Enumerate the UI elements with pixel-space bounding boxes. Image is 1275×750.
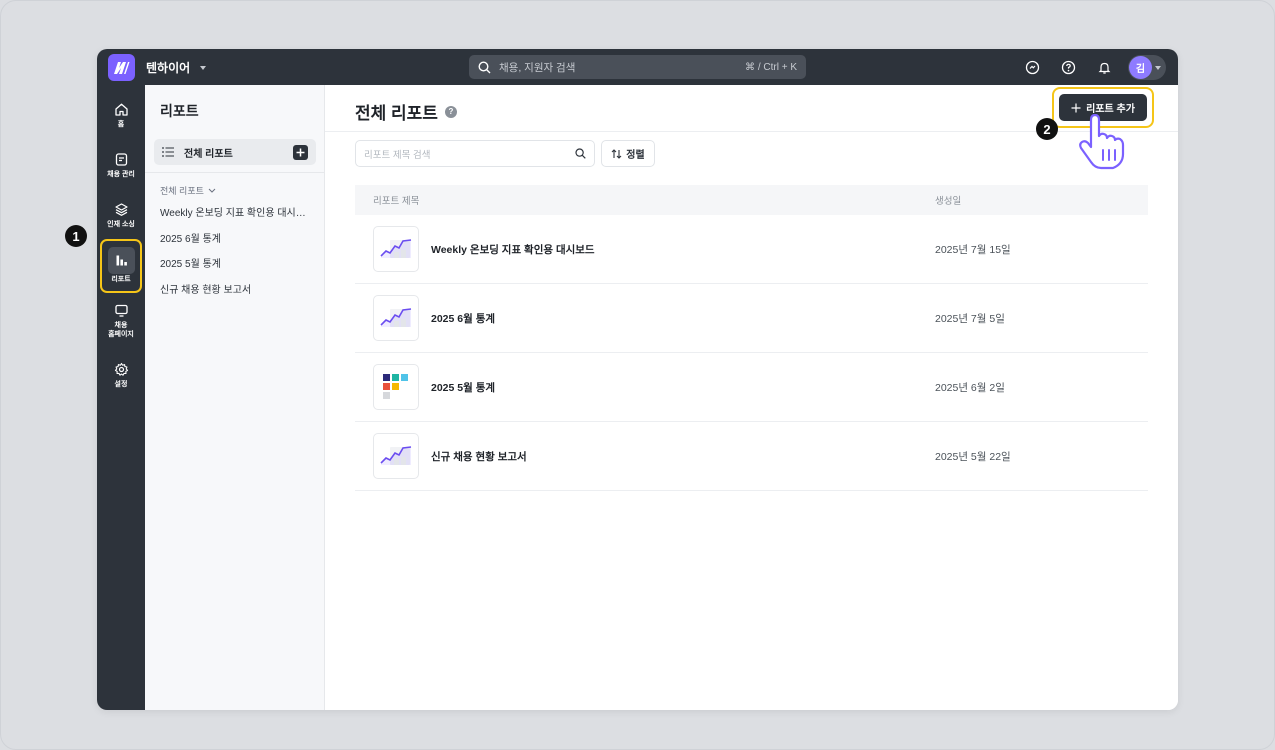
report-date: 2025년 7월 5일 xyxy=(935,312,1005,325)
rail-item-recruiting[interactable]: 채용 관리 xyxy=(97,152,145,180)
list-icon xyxy=(162,147,174,157)
caret-down-icon xyxy=(200,65,207,70)
chat-icon[interactable] xyxy=(1024,60,1040,76)
callout-badge-1: 1 xyxy=(65,225,87,247)
reports-sidebar: 리포트 전체 리포트 전체 리포트 Weekly 온보딩 지표 확인용 대시보드… xyxy=(145,85,325,710)
top-actions: 김 xyxy=(1024,55,1166,80)
page-title: 전체 리포트 ? xyxy=(355,99,457,124)
global-search[interactable]: 채용, 지원자 검색 ⌘ / Ctrl + K xyxy=(469,55,806,79)
rail-item-home[interactable]: 홈 xyxy=(97,102,145,130)
search-icon xyxy=(575,148,586,159)
main-content: 전체 리포트 ? 리포트 추가 리포트 제목 검색 정렬 리포트 제목 생성일 … xyxy=(325,85,1178,710)
report-thumbnail xyxy=(373,226,419,272)
sort-icon xyxy=(611,148,622,159)
blocks-icon xyxy=(383,374,408,399)
add-folder-button[interactable] xyxy=(293,144,308,160)
search-placeholder: 채용, 지원자 검색 xyxy=(499,61,576,74)
rail-item-settings[interactable]: 설정 xyxy=(97,362,145,390)
line-chart-icon xyxy=(380,308,412,327)
rail-label-sourcing: 인재 소싱 xyxy=(107,221,135,228)
hand-cursor-icon xyxy=(1077,113,1131,175)
sidebar-all-label: 전체 리포트 xyxy=(184,148,233,160)
column-header-title[interactable]: 리포트 제목 xyxy=(355,193,935,207)
table-row[interactable]: 신규 채용 현황 보고서 2025년 5월 22일 xyxy=(355,422,1148,491)
sidebar-report-list: Weekly 온보딩 지표 확인용 대시보드 2025 6월 통계 2025 5… xyxy=(160,207,310,309)
logo-mark-icon xyxy=(114,61,130,74)
reports-table: 리포트 제목 생성일 Weekly 온보딩 지표 확인용 대시보드 2025년 7… xyxy=(355,185,1148,491)
clipboard-icon xyxy=(115,153,127,166)
sidebar-link[interactable]: 2025 5월 통계 xyxy=(160,258,310,284)
sort-label: 정렬 xyxy=(626,150,645,161)
user-menu[interactable]: 김 xyxy=(1128,55,1166,80)
sidebar-divider xyxy=(145,172,324,173)
sidebar-item-all-reports[interactable]: 전체 리포트 xyxy=(154,139,316,165)
report-thumbnail xyxy=(373,433,419,479)
caret-down-icon xyxy=(1155,65,1161,70)
help-icon[interactable]: ? xyxy=(444,105,457,118)
report-date: 2025년 6월 2일 xyxy=(935,381,1005,394)
report-date: 2025년 5월 22일 xyxy=(935,450,1011,463)
layers-icon xyxy=(114,203,128,216)
sidebar-link[interactable]: Weekly 온보딩 지표 확인용 대시보드 xyxy=(160,207,310,233)
plus-icon xyxy=(1071,103,1081,112)
search-icon xyxy=(478,60,491,73)
sidebar-link[interactable]: 신규 채용 현황 보고서 xyxy=(160,284,310,310)
sort-button[interactable]: 정렬 xyxy=(601,140,655,167)
chevron-down-icon xyxy=(208,188,216,193)
app-window: 텐하이어 채용, 지원자 검색 ⌘ / Ctrl + K 김 홈 채용 관리 인… xyxy=(97,49,1178,710)
rail-item-career-site[interactable]: 채용 홈페이지 xyxy=(97,303,145,340)
table-header: 리포트 제목 생성일 xyxy=(355,185,1148,215)
bell-icon[interactable] xyxy=(1096,60,1112,76)
sidebar-title: 리포트 xyxy=(160,103,199,119)
sidebar-section-toggle[interactable]: 전체 리포트 xyxy=(160,184,216,197)
column-header-date[interactable]: 생성일 xyxy=(935,193,961,207)
monitor-icon xyxy=(114,304,128,317)
report-title[interactable]: 2025 6월 통계 xyxy=(431,311,935,326)
avatar: 김 xyxy=(1129,56,1152,79)
report-date: 2025년 7월 15일 xyxy=(935,243,1011,256)
home-icon xyxy=(114,103,128,116)
report-title[interactable]: 2025 5월 통계 xyxy=(431,380,935,395)
line-chart-icon xyxy=(380,239,412,258)
workspace-switcher[interactable]: 텐하이어 xyxy=(146,59,207,76)
report-title[interactable]: Weekly 온보딩 지표 확인용 대시보드 xyxy=(431,242,935,257)
callout-highlight-reports xyxy=(100,239,142,293)
report-search-placeholder: 리포트 제목 검색 xyxy=(364,149,431,161)
line-chart-icon xyxy=(380,446,412,465)
rail-label-home: 홈 xyxy=(117,121,125,128)
help-icon[interactable] xyxy=(1060,60,1076,76)
report-search-input[interactable]: 리포트 제목 검색 xyxy=(355,140,595,167)
rail-label-settings: 설정 xyxy=(114,381,128,388)
app-logo[interactable] xyxy=(108,54,135,81)
gear-icon xyxy=(114,362,128,376)
nav-rail: 홈 채용 관리 인재 소싱 리포트 채용 홈페이지 설정 xyxy=(97,85,145,710)
table-row[interactable]: 2025 6월 통계 2025년 7월 5일 xyxy=(355,284,1148,353)
rail-label-career-site: 채용 홈페이지 xyxy=(108,322,134,338)
plus-icon xyxy=(296,148,305,156)
search-shortcut: ⌘ / Ctrl + K xyxy=(745,61,797,73)
report-thumbnail xyxy=(373,364,419,410)
report-title[interactable]: 신규 채용 현황 보고서 xyxy=(431,449,935,464)
table-row[interactable]: Weekly 온보딩 지표 확인용 대시보드 2025년 7월 15일 xyxy=(355,215,1148,284)
page-title-text: 전체 리포트 xyxy=(355,104,438,123)
table-row[interactable]: 2025 5월 통계 2025년 6월 2일 xyxy=(355,353,1148,422)
workspace-name: 텐하이어 xyxy=(146,61,191,75)
add-report-label: 리포트 추가 xyxy=(1086,104,1135,115)
sidebar-link[interactable]: 2025 6월 통계 xyxy=(160,233,310,259)
callout-badge-2: 2 xyxy=(1036,118,1058,140)
sidebar-section-label: 전체 리포트 xyxy=(160,186,204,196)
report-thumbnail xyxy=(373,295,419,341)
top-bar: 텐하이어 채용, 지원자 검색 ⌘ / Ctrl + K 김 xyxy=(97,49,1178,85)
rail-label-recruiting: 채용 관리 xyxy=(107,171,135,178)
rail-item-sourcing[interactable]: 인재 소싱 xyxy=(97,202,145,230)
